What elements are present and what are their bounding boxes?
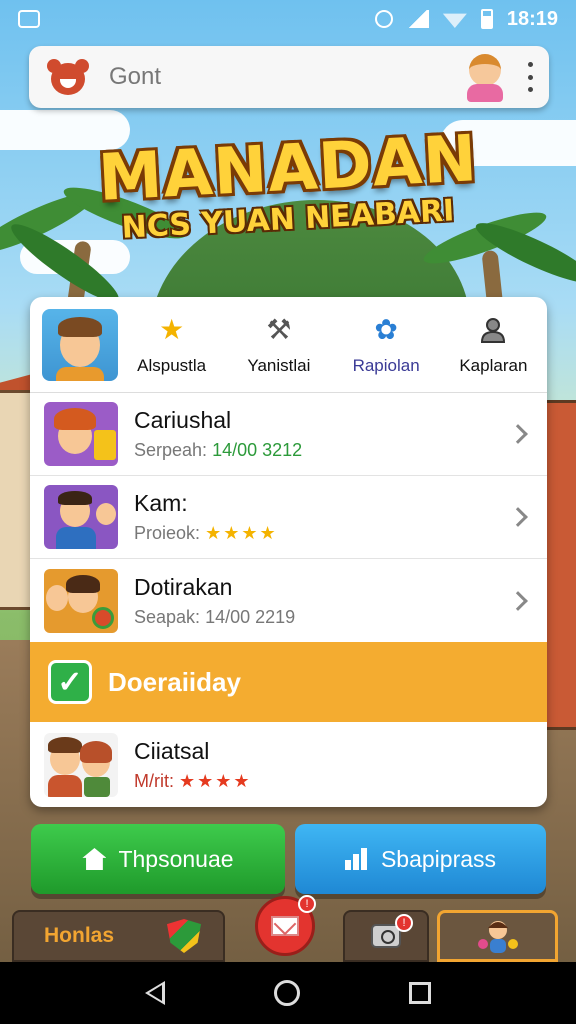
recent-apps-icon[interactable] xyxy=(409,982,432,1004)
hammer-icon: ⚒ xyxy=(266,313,292,345)
tab-label: Rapiolan xyxy=(352,355,420,375)
stats-button[interactable]: Sbapiprass xyxy=(295,824,546,894)
star-rating: ★★★★ xyxy=(205,523,278,543)
character-icon xyxy=(477,921,518,953)
user-avatar[interactable] xyxy=(42,308,118,381)
item-sub-label: Proieok: xyxy=(134,523,201,543)
item-title: Ciiatsal xyxy=(134,738,210,764)
back-icon[interactable] xyxy=(144,981,165,1005)
item-thumbnail xyxy=(44,568,118,633)
home-circle-icon[interactable] xyxy=(273,980,300,1006)
list-item[interactable]: Cariushal Serpeah: 14/00 3212 xyxy=(30,393,547,476)
mail-badge: ! xyxy=(298,895,316,913)
status-time: 18:19 xyxy=(506,7,558,30)
app-bar[interactable]: Gont xyxy=(29,46,549,108)
home-button[interactable]: Thpsonuae xyxy=(31,824,285,894)
tab-label: Alspustla xyxy=(137,355,207,375)
bear-logo-icon[interactable] xyxy=(47,57,89,97)
highlight-label: Doeraiiday xyxy=(108,666,241,697)
mail-icon xyxy=(271,916,299,936)
checkmark-icon[interactable]: ✓ xyxy=(48,660,92,704)
item-title: Kam: xyxy=(134,490,188,516)
item-sub-value: 14/00 2219 xyxy=(205,606,296,627)
star-rating: ★★★★ xyxy=(179,771,252,791)
item-thumbnail xyxy=(44,733,118,797)
mail-button[interactable]: ! xyxy=(255,895,316,956)
home-button-label: Thpsonuae xyxy=(118,845,234,872)
camera-badge: ! xyxy=(395,914,413,932)
system-nav-bar xyxy=(0,962,576,1024)
tab-alspustla[interactable]: ★ Alspustla xyxy=(118,314,225,376)
person-icon xyxy=(477,314,509,346)
alarm-icon xyxy=(374,10,393,28)
highlight-row[interactable]: ✓ Doeraiiday xyxy=(30,642,547,722)
tab-rapiolan[interactable]: ✿ Rapiolan xyxy=(333,314,440,376)
home-icon xyxy=(82,848,107,870)
signal-icon xyxy=(406,10,429,28)
profile-avatar[interactable] xyxy=(461,50,509,104)
list-item[interactable]: Ciiatsal M/rit: ★★★★ xyxy=(30,722,547,807)
shield-icon xyxy=(167,919,201,953)
item-thumbnail xyxy=(44,402,118,466)
tab-kaplaran[interactable]: Kaplaran xyxy=(440,314,547,376)
tab-label: Yanistlai xyxy=(247,355,311,375)
gear-icon: ✿ xyxy=(374,313,398,345)
battery-icon xyxy=(480,9,493,29)
wifi-icon xyxy=(442,13,467,28)
app-bar-title: Gont xyxy=(109,63,162,90)
camera-button[interactable]: ! xyxy=(343,910,429,962)
tab-yanistlai[interactable]: ⚒ Yanistlai xyxy=(225,314,332,376)
item-sub-value: 14/00 3212 xyxy=(212,440,303,460)
star-icon: ★ xyxy=(159,313,185,345)
chevron-right-icon xyxy=(508,590,528,611)
main-card: ★ Alspustla ⚒ Yanistlai ✿ Rapiolan Kapla… xyxy=(30,297,547,807)
status-bar: 18:19 xyxy=(0,0,576,38)
more-vert-icon[interactable] xyxy=(525,62,535,92)
tray-left-label: Honlas xyxy=(44,924,115,947)
chevron-right-icon xyxy=(508,424,528,444)
list-item[interactable]: Kam: Proieok: ★★★★ xyxy=(30,476,547,559)
item-sub-label: Seapak: xyxy=(134,606,201,627)
chevron-right-icon xyxy=(508,507,528,527)
bar-chart-icon xyxy=(344,848,369,870)
notification-icon xyxy=(18,10,40,28)
character-button[interactable] xyxy=(437,910,558,962)
tab-label: Kaplaran xyxy=(459,355,528,375)
item-thumbnail xyxy=(44,485,118,549)
item-sub-label: M/rit: xyxy=(134,771,174,791)
tab-bar: ★ Alspustla ⚒ Yanistlai ✿ Rapiolan Kapla… xyxy=(30,297,547,393)
item-title: Dotirakan xyxy=(134,573,233,600)
tray-left-button[interactable]: Honlas xyxy=(12,910,225,962)
item-title: Cariushal xyxy=(134,407,232,433)
list-item[interactable]: Dotirakan Seapak: 14/00 2219 xyxy=(30,559,547,642)
stats-button-label: Sbapiprass xyxy=(380,845,497,872)
item-sub-label: Serpeah: xyxy=(134,440,208,460)
